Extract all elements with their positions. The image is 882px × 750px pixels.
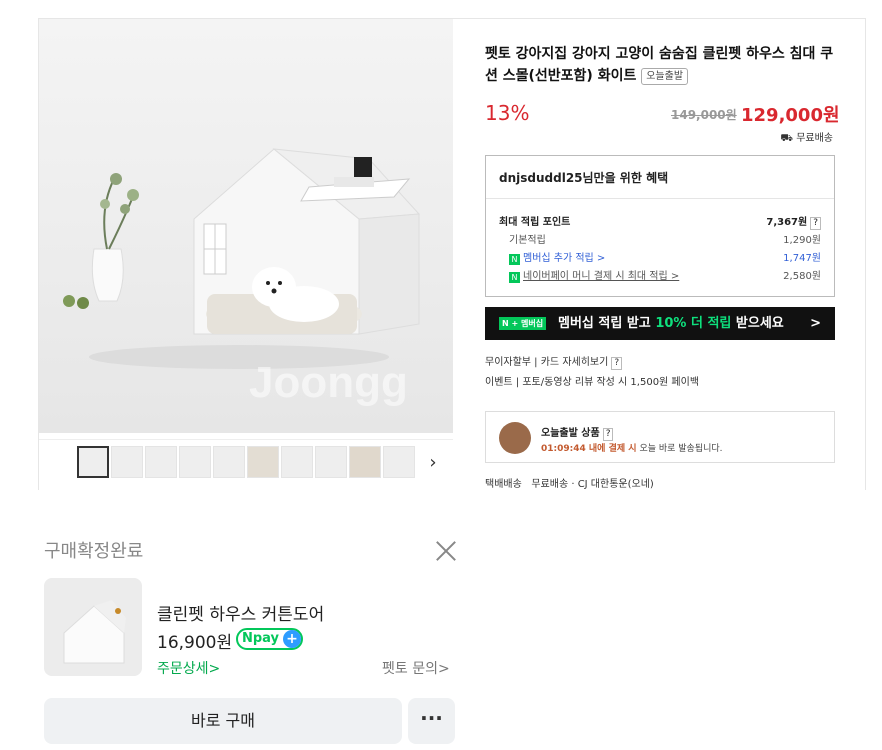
delivery-title: 오늘출발 상품? (541, 424, 614, 441)
benefit-row[interactable]: N 멤버십 추가 적립 >1,747원 (499, 249, 821, 265)
thumbnail[interactable] (349, 446, 381, 478)
event-row: 이벤트 | 포토/동영상 리뷰 작성 시 1,500원 페이백 (485, 377, 700, 388)
thumbnail[interactable] (179, 446, 211, 478)
buy-now-button[interactable]: 바로 구매 (44, 698, 402, 744)
membership-banner[interactable]: N + 멤버십 멤버십 적립 받고 10% 더 적립 받으세요 > (485, 307, 835, 340)
product-main-image[interactable]: Joongg (39, 19, 453, 433)
shop-inquiry-link[interactable]: 펫토 문의> (382, 658, 450, 678)
discount-rate: 13% (485, 101, 530, 125)
benefit-row[interactable]: N 네이버페이 머니 결제 시 최대 적립 >2,580원 (499, 267, 821, 283)
naverpay-icon: N (509, 272, 520, 283)
npay-plus-badge: Npay + (236, 628, 304, 650)
plus-icon: + (283, 630, 302, 648)
order-status-title: 구매확정완료 (44, 541, 144, 562)
shipping-info: ⛟ 무료배송 (780, 133, 833, 144)
max-points-row: 최대 적립 포인트 7,367원? (499, 213, 821, 230)
thumbnail[interactable] (315, 446, 347, 478)
thumbnail[interactable] (247, 446, 279, 478)
delivery-method-row: 택배배송 무료배송 · CJ 대한통운(오네) (485, 479, 654, 490)
today-ship-badge: 오늘출발 (641, 68, 689, 85)
product-card: Joongg › 펫토 강아지집 강아지 고양이 숨숨집 클린펫 하우스 침대 … (38, 18, 866, 490)
sale-price: 129,000원 (741, 105, 840, 126)
thumbnail[interactable] (281, 446, 313, 478)
membership-pill: N + 멤버십 (499, 317, 547, 330)
product-info: 펫토 강아지집 강아지 고양이 숨숨집 클린펫 하우스 침대 쿠션 스몰(선반포… (485, 43, 837, 87)
thumbnail[interactable] (383, 446, 415, 478)
original-price: 149,000원 (671, 108, 737, 122)
thumbnail[interactable] (77, 446, 109, 478)
thumbnail[interactable] (145, 446, 177, 478)
delivery-deadline: 01:09:44 내에 결제 시 오늘 바로 발송됩니다. (541, 444, 723, 454)
thumbnail-strip: › (39, 439, 453, 491)
thumbnail[interactable] (213, 446, 245, 478)
card-info-row: 무이자할부 | 카드 자세히보기? (485, 353, 623, 370)
more-options-button[interactable]: ··· (408, 698, 455, 744)
benefit-header: dnjsduddl25님만을 위한 혜택 (499, 171, 669, 185)
thumbnail[interactable] (111, 446, 143, 478)
help-icon[interactable]: ? (810, 217, 821, 230)
chevron-right-icon[interactable]: › (423, 452, 443, 473)
card-detail-link[interactable]: 카드 자세히보기 (541, 357, 609, 368)
chevron-right-icon: > (810, 316, 821, 331)
truck-icon (499, 422, 531, 454)
watermark: Joongg (249, 358, 408, 407)
product-title: 펫토 강아지집 강아지 고양이 숨숨집 클린펫 하우스 침대 쿠션 스몰(선반포… (485, 46, 834, 85)
today-delivery-box: 오늘출발 상품? 01:09:44 내에 결제 시 오늘 바로 발송됩니다. (485, 411, 835, 463)
naver-plus-icon: N (509, 254, 520, 265)
truck-icon: ⛟ (780, 133, 793, 144)
order-item-thumbnail[interactable] (44, 578, 142, 676)
benefit-row: 기본적립 1,290원 (509, 235, 821, 246)
benefit-box: dnjsduddl25님만을 위한 혜택 최대 적립 포인트 7,367원? 기… (485, 155, 835, 297)
order-item-price: 16,900원 (157, 633, 233, 653)
close-icon[interactable] (435, 540, 457, 562)
help-icon[interactable]: ? (611, 357, 623, 370)
dog-house-photo: Joongg (63, 148, 421, 407)
order-item-name[interactable]: 클린펫 하우스 커튼도어 (157, 600, 324, 625)
help-icon[interactable]: ? (602, 428, 614, 441)
order-detail-link[interactable]: 주문상세> (157, 658, 220, 678)
